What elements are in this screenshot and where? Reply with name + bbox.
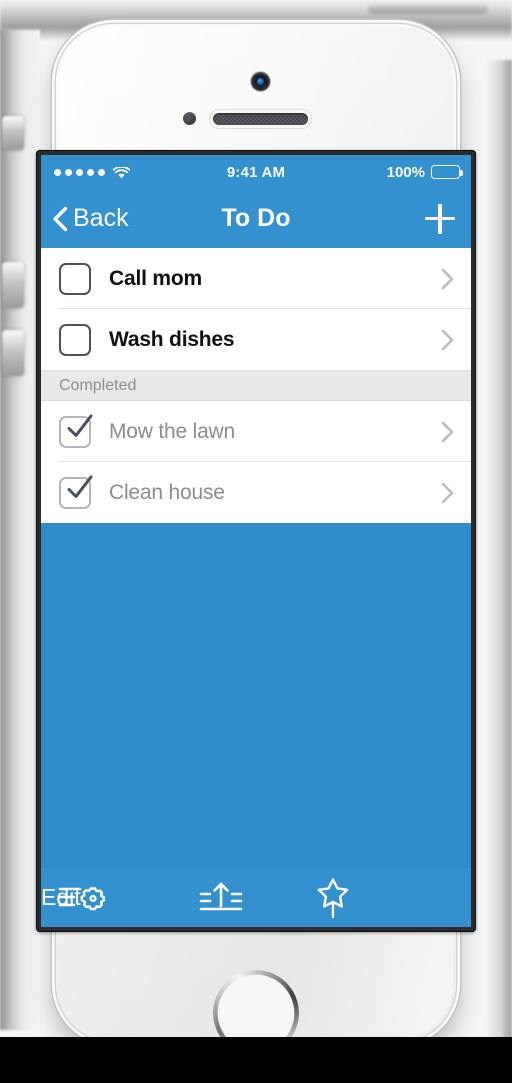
checkbox-checked-icon[interactable]: [59, 475, 93, 509]
checkmark-icon: [64, 410, 96, 442]
checkbox-checked-icon[interactable]: [59, 414, 93, 448]
todo-item-label: Mow the lawn: [109, 419, 235, 443]
status-bar: 9:41 AM 100%: [41, 155, 471, 189]
background-left-edge: [0, 30, 40, 1030]
earpiece-speaker-icon: [213, 113, 308, 125]
table-row[interactable]: Mow the lawn: [41, 401, 471, 462]
volume-up-button[interactable]: [2, 262, 24, 308]
table-row[interactable]: Wash dishes: [41, 309, 471, 370]
table-row[interactable]: Clean house: [41, 462, 471, 523]
section-header-completed: Completed: [41, 370, 471, 401]
screen-bezel: 9:41 AM 100% Back To Do Call mom Wash di…: [36, 150, 476, 932]
checkbox-unchecked-icon[interactable]: [59, 262, 91, 295]
chevron-right-icon: [441, 268, 454, 290]
navigation-bar: Back To Do: [41, 189, 471, 248]
plus-icon[interactable]: [425, 203, 455, 234]
chevron-right-icon: [441, 329, 454, 351]
todo-item-label: Wash dishes: [109, 327, 235, 351]
screenshot-stage: 9:41 AM 100% Back To Do Call mom Wash di…: [0, 0, 512, 1083]
background-right-edge: [486, 60, 512, 1040]
camera-lens-glint: [257, 78, 264, 85]
status-bar-right: 100%: [386, 163, 463, 181]
export-up-icon[interactable]: [198, 878, 244, 918]
battery-full-icon: [431, 165, 463, 179]
silent-switch[interactable]: [2, 116, 24, 150]
checkbox-unchecked-icon[interactable]: [59, 323, 91, 356]
battery-percent-label: 100%: [386, 163, 425, 181]
proximity-sensor-icon: [183, 112, 196, 125]
page-title: To Do: [221, 204, 291, 232]
list-settings-icon[interactable]: [57, 880, 109, 916]
chevron-right-icon: [441, 421, 454, 443]
front-camera-icon: [251, 72, 270, 91]
magic-wand-icon[interactable]: [313, 876, 353, 920]
todo-item-label: Clean house: [109, 480, 225, 504]
bottom-toolbar: Edit: [41, 868, 471, 927]
phone-screen: 9:41 AM 100% Back To Do Call mom Wash di…: [41, 155, 471, 927]
empty-area: [41, 523, 471, 868]
todo-list: Call mom Wash dishes Completed Mow the l…: [41, 248, 471, 523]
checkmark-icon: [64, 471, 96, 503]
background-bottom-strip: [0, 1037, 512, 1083]
table-row[interactable]: Call mom: [41, 248, 471, 309]
volume-down-button[interactable]: [2, 330, 24, 376]
todo-item-label: Call mom: [109, 266, 202, 290]
chevron-right-icon: [441, 482, 454, 504]
power-button-blurred: [368, 2, 488, 14]
